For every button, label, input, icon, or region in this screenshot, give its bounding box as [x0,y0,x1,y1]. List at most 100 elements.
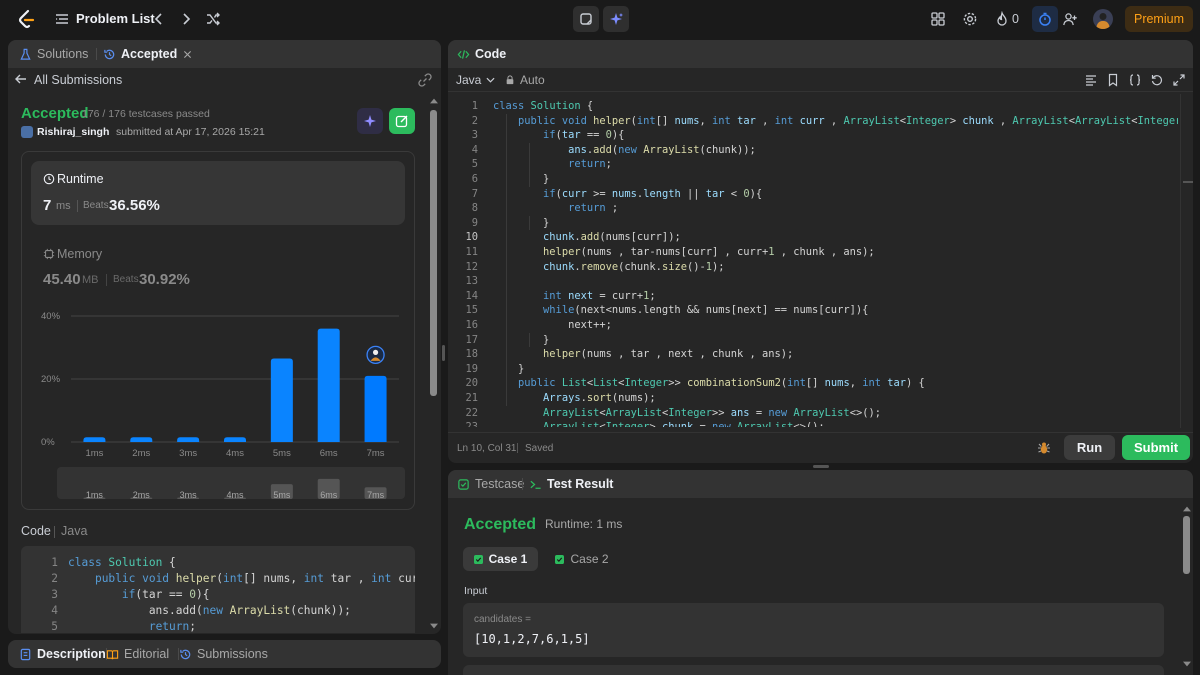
tab-editorial[interactable]: Editorial [106,640,169,668]
tab-test-result[interactable]: Test Result [529,470,613,498]
runtime-value: 7 [43,197,52,214]
scroll-down-icon[interactable] [430,623,438,629]
bookmark-icon[interactable] [1106,73,1120,87]
braces-icon[interactable] [1128,73,1142,87]
streak-flame-icon[interactable] [994,11,1010,27]
back-arrow-icon[interactable] [14,72,28,86]
chart-bar[interactable] [130,437,153,442]
line-number: 14 [465,289,478,302]
x-tick-label: 4ms [226,448,244,459]
next-problem-chevron-right-icon[interactable] [178,11,194,27]
line-text: public List<List<Integer>> combinationSu… [518,377,925,390]
close-icon[interactable] [182,49,193,60]
code-editor[interactable]: 1 class Solution {2 public void helper(in… [448,99,1178,427]
line-text: ArrayList<ArrayList<Integer>> ans = new … [543,406,881,419]
history-icon [104,49,115,59]
shuffle-icon[interactable] [205,11,221,27]
runtime-label: Runtime [57,172,104,186]
input-variable-value: [10,1,2,7,6,1,5] [474,632,590,646]
line-text: } [493,333,550,346]
chart-bar[interactable] [364,375,387,442]
chart-bar[interactable] [224,437,246,442]
left-panel-tabs: Solutions Accepted [8,40,441,68]
tab-submissions-label: Submissions [197,647,268,661]
analyze-ai-button[interactable] [357,108,383,134]
line-text: if(tar == 0){ [121,588,210,601]
format-lines-icon[interactable] [1084,73,1098,87]
layout-grid-icon[interactable] [930,11,946,27]
code-section-lang: Java [61,524,88,538]
chart-bar[interactable] [83,437,106,442]
runtime-card[interactable]: Runtime 7 ms Beats 36.56% [31,161,405,225]
vertical-resize-handle[interactable] [442,345,445,361]
line-number: 5 [471,158,478,171]
runtime-distribution-chart[interactable]: 40% 20% 0% 1ms 2ms 3ms 4ms 5ms 6ms 7ms 1ms 2ms 3ms 4m… [21,300,415,510]
chart-bar[interactable] [177,437,200,442]
tab-code[interactable]: Code [457,40,506,68]
tab-description[interactable]: Description [19,640,106,668]
y-tick-label: 0% [41,437,55,448]
chart-bar[interactable] [317,328,340,442]
document-icon [20,648,31,660]
premium-button[interactable]: Premium [1125,6,1193,32]
runtime-beats-label: Beats [83,200,109,211]
x-tick-label: 1ms [85,448,103,459]
status-bar-divider [517,443,518,453]
code-editor-scrollbar[interactable] [1180,94,1193,428]
scroll-down-icon[interactable] [1183,661,1191,667]
case-2-label: Case 2 [570,552,609,566]
tab-accepted[interactable]: Accepted [103,40,193,68]
minimap-label: 1ms [86,490,104,500]
language-select[interactable]: Java [456,73,495,87]
ai-sparkle-icon[interactable] [603,6,629,32]
all-submissions-link[interactable]: All Submissions [34,73,122,87]
auto-mode-toggle[interactable]: Auto [505,73,545,87]
line-number: 1 [51,556,58,569]
submitted-code-preview[interactable]: 1 class Solution {2 public void helper(in… [21,546,415,633]
prev-problem-chevron-left-icon[interactable] [151,11,167,27]
chart-bar[interactable] [270,358,293,442]
tab-submissions[interactable]: Submissions [179,640,268,668]
horizontal-resize-handle[interactable] [813,465,829,468]
line-number: 3 [51,588,58,601]
add-friend-icon[interactable] [1062,11,1078,27]
line-number: 2 [51,572,58,585]
left-scrollbar-thumb[interactable] [430,110,437,396]
line-number: 6 [471,173,478,185]
line-number: 21 [465,392,478,404]
leetcode-logo[interactable] [16,9,36,29]
submitter-name[interactable]: Rishiraj_singh [37,126,109,138]
case-1-tab[interactable]: Case 1 [463,547,538,571]
clock-icon [43,173,55,185]
share-link-icon[interactable] [417,72,433,88]
reset-code-icon[interactable] [1150,73,1164,87]
check-icon [555,554,565,564]
timer-icon[interactable] [1032,6,1058,32]
problem-list-title[interactable]: Problem List [76,11,155,26]
x-tick-label: 6ms [320,448,338,459]
expand-icon[interactable] [1172,73,1186,87]
submit-button[interactable]: Submit [1122,435,1190,460]
run-button[interactable]: Run [1064,435,1115,460]
tab-solutions[interactable]: Solutions [19,40,88,68]
submission-status: Accepted [21,105,89,122]
scroll-up-icon[interactable] [430,98,438,104]
input-variable-name: candidates = [474,614,531,625]
line-number: 15 [465,304,478,317]
tab-testcase[interactable]: Testcase [457,470,524,498]
line-number: 18 [465,348,478,361]
result-scrollbar-thumb[interactable] [1183,516,1190,574]
debugger-bug-icon[interactable] [1036,440,1052,456]
scroll-up-icon[interactable] [1183,506,1191,512]
line-number: 16 [465,319,478,331]
line-number: 23 [448,420,478,427]
line-number: 20 [465,377,478,390]
case-2-tab[interactable]: Case 2 [551,547,613,571]
edit-note-button[interactable] [389,108,415,134]
left-bottom-tabbar: Description Editorial Submissions [8,640,441,668]
settings-gear-icon[interactable] [962,11,978,27]
notes-icon[interactable] [573,6,599,32]
tab-divider [522,478,523,490]
problem-list-icon[interactable] [54,11,70,27]
avatar[interactable] [1093,9,1113,29]
